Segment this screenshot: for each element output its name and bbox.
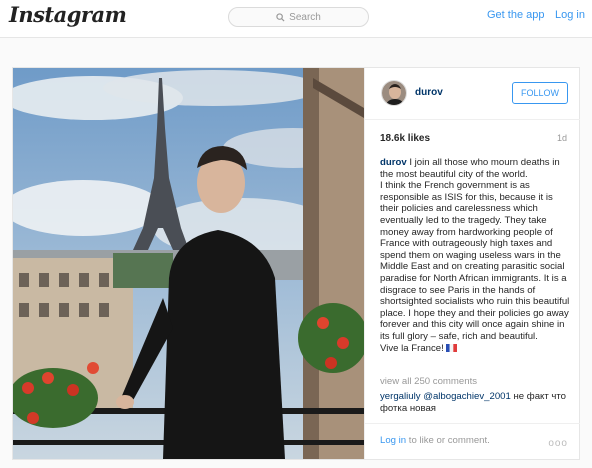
post-caption: durov I join all those who mourn deaths … [380,157,572,354]
username-link[interactable]: durov [415,87,443,98]
caption-line-3: Vive la France! [380,342,444,354]
caption-author-link[interactable]: durov [380,157,407,168]
avatar-image [382,81,406,105]
post-card: durov FOLLOW 18.6k likes 1d durov I join… [12,67,580,460]
post-header: durov FOLLOW [365,68,580,120]
avatar[interactable] [381,80,407,106]
paris-photo-image [13,68,364,459]
caption-line-2: I think the French government is as resp… [380,180,570,342]
search-input[interactable]: Search [228,7,369,27]
likes-count[interactable]: 18.6k likes [380,133,430,144]
top-nav-bar: Instagram Search Get the app Log in [0,0,592,38]
france-flag-icon [446,343,458,352]
post-photo[interactable] [13,68,364,459]
post-footer: Log in to like or comment. ooo [365,423,580,459]
search-placeholder: Search [289,11,321,23]
caption-line-1: I join all those who mourn deaths in the… [380,157,560,180]
comment-item: yergaliuly @albogachiev_2001 не факт что… [380,391,572,414]
post-age[interactable]: 1d [557,133,567,143]
view-all-comments-link[interactable]: view all 250 comments [380,376,477,387]
follow-button[interactable]: FOLLOW [512,82,568,104]
login-link[interactable]: Log in [555,9,585,21]
comment-mention-link[interactable]: @albogachiev_2001 [423,391,511,402]
footer-prompt-text: to like or comment. [406,435,490,446]
get-the-app-link[interactable]: Get the app [487,9,545,21]
footer-login-link[interactable]: Log in [380,435,406,446]
comment-author-link[interactable]: yergaliuly [380,391,421,402]
instagram-logo[interactable]: Instagram [9,2,127,27]
more-options-button[interactable]: ooo [548,438,568,449]
login-prompt: Log in to like or comment. [380,435,490,446]
post-sidebar: durov FOLLOW 18.6k likes 1d durov I join… [364,68,580,459]
search-icon [276,12,285,22]
